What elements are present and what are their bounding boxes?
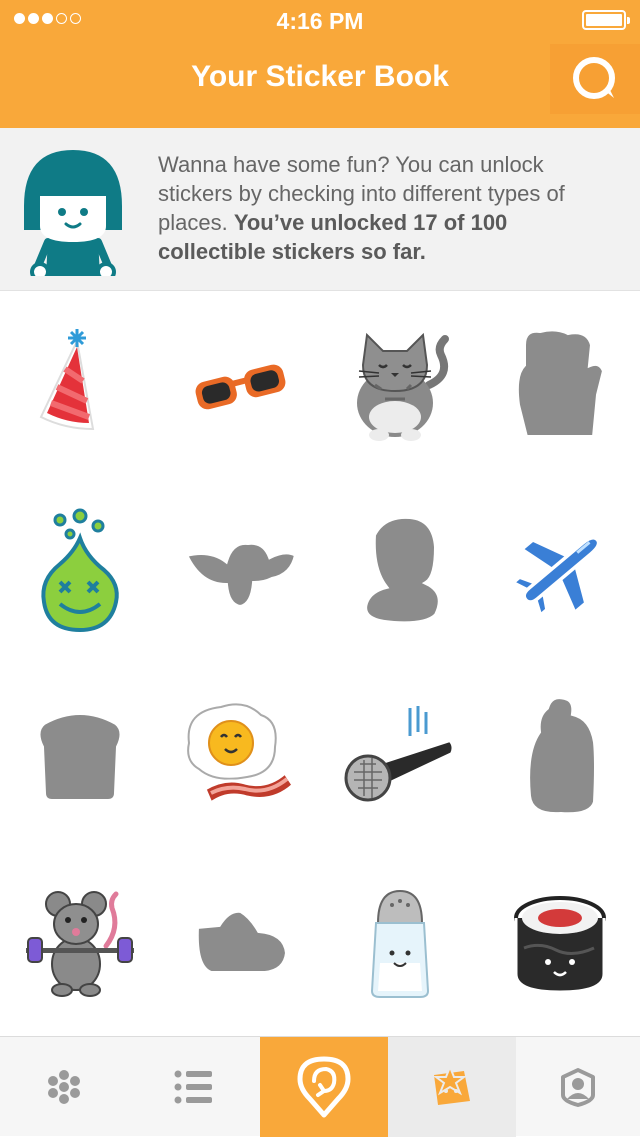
search-button[interactable] <box>550 44 640 114</box>
sticker-locked[interactable] <box>160 478 320 664</box>
sticker-intro-banner: Wanna have some fun? You can unlock stic… <box>0 128 640 291</box>
airplane-icon <box>510 535 601 618</box>
search-icon <box>573 57 615 99</box>
page-title: Your Sticker Book <box>191 60 449 93</box>
grid-dots-icon <box>48 1070 80 1104</box>
app-header: 4:16 PM Your Sticker Book <box>0 0 640 128</box>
tab-feed[interactable] <box>128 1037 260 1137</box>
sticker-locked[interactable] <box>160 850 320 1036</box>
sticker-locked[interactable] <box>480 664 640 850</box>
sticker-slime-smiley[interactable] <box>0 478 160 664</box>
sticker-microphone[interactable] <box>320 664 480 850</box>
sticker-sunglasses[interactable] <box>160 292 320 478</box>
sticker-book-icon <box>433 1065 470 1105</box>
sticker-airplane[interactable] <box>480 478 640 664</box>
weightlifting-mouse-icon <box>26 891 134 997</box>
sticker-locked-toast[interactable] <box>0 664 160 850</box>
party-hat-icon <box>39 329 95 431</box>
bottom-tab-bar <box>0 1036 640 1137</box>
sunglasses-icon <box>193 359 289 410</box>
microphone-icon <box>344 706 456 802</box>
locked-sticker-icon <box>363 514 442 626</box>
cat-icon <box>357 332 449 441</box>
sticker-egg-and-bacon[interactable] <box>160 664 320 850</box>
locked-sticker-icon <box>514 327 607 439</box>
salt-shaker-icon <box>370 889 430 998</box>
egg-and-bacon-icon <box>187 703 295 806</box>
sticker-cat[interactable] <box>320 292 480 478</box>
sticker-grid <box>0 292 640 1036</box>
mascot-character-icon <box>24 150 122 276</box>
status-time: 4:16 PM <box>276 8 364 34</box>
tab-stickers[interactable] <box>388 1037 516 1137</box>
status-bar: 4:16 PM <box>0 0 640 40</box>
sushi-roll-icon <box>514 896 606 994</box>
sticker-sushi-roll[interactable] <box>480 850 640 1036</box>
battery-icon <box>582 10 630 30</box>
sticker-salt-shaker[interactable] <box>320 850 480 1036</box>
locked-sticker-icon <box>183 540 299 610</box>
sticker-locked[interactable] <box>320 478 480 664</box>
list-icon <box>174 1070 212 1104</box>
sticker-locked[interactable] <box>480 292 640 478</box>
tab-profile[interactable] <box>516 1037 640 1137</box>
sticker-party-hat[interactable] <box>0 292 160 478</box>
locked-toast-icon <box>36 711 124 803</box>
profile-icon <box>561 1068 595 1107</box>
slime-smiley-icon <box>41 508 119 633</box>
locked-sticker-icon <box>526 695 598 817</box>
check-in-icon <box>297 1056 351 1118</box>
tab-check-in[interactable] <box>260 1037 388 1137</box>
intro-description: Wanna have some fun? You can unlock stic… <box>158 150 618 266</box>
locked-sticker-icon <box>194 908 290 975</box>
tab-explore[interactable] <box>0 1037 128 1137</box>
sticker-weightlifting-mouse[interactable] <box>0 850 160 1036</box>
